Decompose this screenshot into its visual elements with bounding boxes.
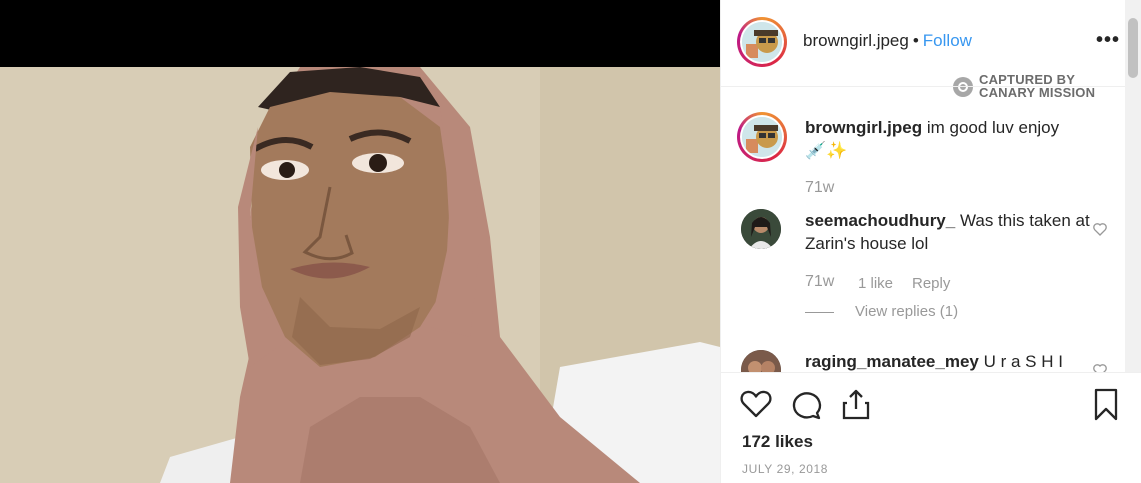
comments-list[interactable]: browngirl.jpeg im good luv enjoy 💉✨ 71w … <box>721 87 1126 372</box>
scrollbar-thumb[interactable] <box>1128 18 1138 78</box>
comment-body: U r a S H I <box>978 352 1063 371</box>
portrait-image <box>0 67 720 483</box>
caption-body: im good luv enjoy <box>922 118 1060 137</box>
comment-username[interactable]: raging_manatee_mey <box>805 352 979 371</box>
cartoon-avatar-icon <box>742 117 782 157</box>
view-replies-link[interactable]: View replies (1) <box>855 303 958 320</box>
likes-count[interactable]: 172 likes <box>742 432 813 452</box>
more-options-icon[interactable]: ••• <box>1096 30 1120 50</box>
post-actions: 172 likes JULY 29, 2018 <box>721 373 1141 483</box>
comment-timestamp[interactable]: 71w <box>805 273 834 291</box>
commenter-avatar[interactable] <box>741 350 781 372</box>
heart-icon[interactable] <box>739 387 773 421</box>
post-photo-area <box>0 0 720 483</box>
comment-icon[interactable] <box>789 387 823 421</box>
comment-like-count[interactable]: 1 like <box>858 275 893 292</box>
profile-photo-icon <box>741 209 781 249</box>
follow-button[interactable]: Follow <box>923 31 972 50</box>
author-avatar[interactable] <box>737 17 787 67</box>
comment-text: seemachoudhury_ Was this taken at Zarin'… <box>805 209 1095 255</box>
post-date[interactable]: JULY 29, 2018 <box>742 462 828 476</box>
profile-photo-icon <box>741 350 781 372</box>
post-photo[interactable] <box>0 67 720 483</box>
comment-reply-button[interactable]: Reply <box>912 275 950 292</box>
caption-author-avatar[interactable] <box>737 112 787 162</box>
header-user-line: browngirl.jpeg • Follow <box>803 31 972 51</box>
post-side-panel: browngirl.jpeg • Follow ••• CAPTURED BY CA… <box>720 0 1141 483</box>
replies-line <box>805 312 834 313</box>
like-comment-heart-icon[interactable] <box>1092 362 1108 372</box>
share-icon[interactable] <box>839 387 873 421</box>
caption-username[interactable]: browngirl.jpeg <box>805 118 922 137</box>
caption-timestamp[interactable]: 71w <box>805 179 834 197</box>
caption-emoji: 💉✨ <box>805 141 848 160</box>
separator-dot: • <box>912 31 919 50</box>
caption-text: browngirl.jpeg im good luv enjoy 💉✨ <box>805 116 1105 162</box>
bookmark-icon[interactable] <box>1089 387 1123 421</box>
cartoon-avatar-icon <box>742 22 782 62</box>
author-username[interactable]: browngirl.jpeg <box>803 31 909 50</box>
like-comment-heart-icon[interactable] <box>1092 221 1108 237</box>
comment-username[interactable]: seemachoudhury_ <box>805 211 955 230</box>
commenter-avatar[interactable] <box>741 209 781 249</box>
comment-text: raging_manatee_mey U r a S H I <box>805 350 1095 372</box>
comments-scrollbar[interactable] <box>1125 0 1141 372</box>
